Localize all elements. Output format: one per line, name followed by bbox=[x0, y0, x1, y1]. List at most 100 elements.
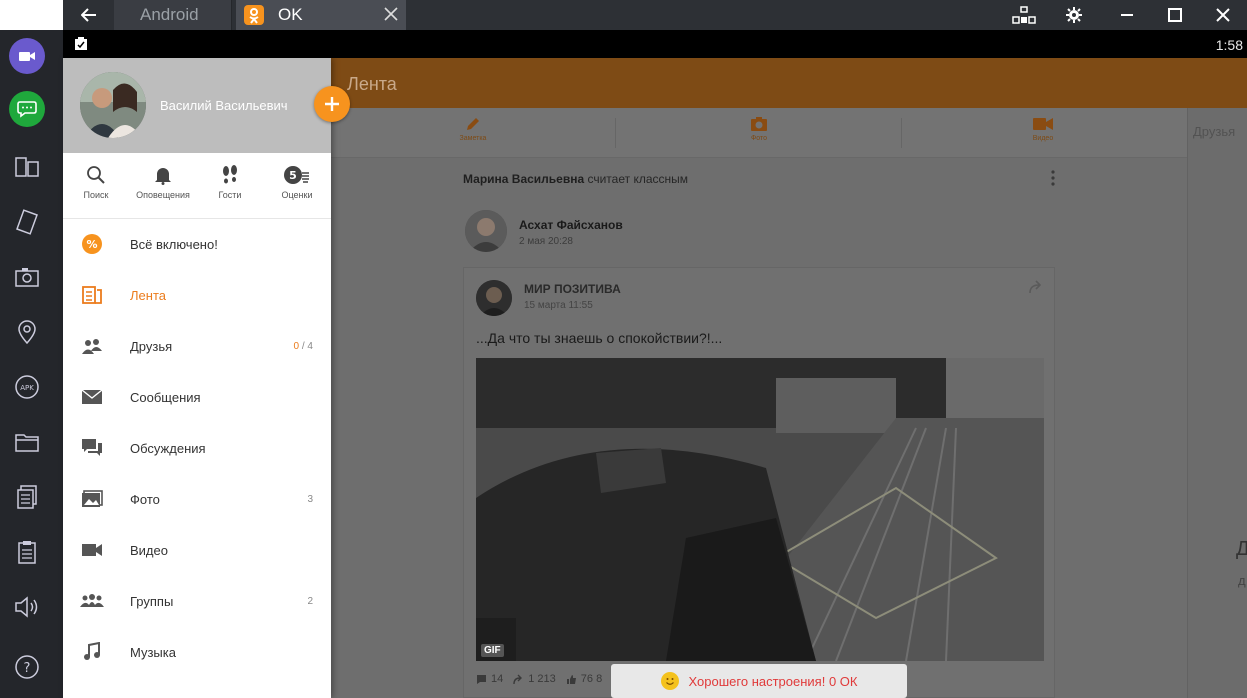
feed-item-header: Марина Васильевна считает классным bbox=[463, 172, 688, 186]
menu-item-label: Фото bbox=[130, 492, 160, 507]
menu-item-label: Видео bbox=[130, 543, 168, 558]
pencil-icon bbox=[467, 118, 479, 130]
reshared-post-card: МИР ПОЗИТИВА 15 марта 11:55 ...Да что ты… bbox=[463, 267, 1055, 698]
discussions-icon bbox=[80, 437, 104, 459]
tab-android[interactable]: Android bbox=[114, 0, 232, 30]
video-icon bbox=[80, 539, 104, 561]
profile-header[interactable]: Василий Васильевич bbox=[63, 58, 331, 153]
rotate-button[interactable] bbox=[8, 203, 46, 241]
menu-item-label: Группы bbox=[130, 594, 174, 609]
screenshot-button[interactable] bbox=[8, 258, 46, 296]
menu-item-music[interactable]: Музыка bbox=[63, 627, 331, 678]
mood-toast[interactable]: Хорошего настроения! 0 ОК bbox=[611, 664, 907, 698]
post-actions-bar: Заметка Фото Видео bbox=[331, 108, 1187, 158]
post-text: ...Да что ты знаешь о спокойствии?!... bbox=[476, 330, 723, 346]
video-action[interactable]: Видео bbox=[1003, 116, 1083, 142]
close-window-icon[interactable] bbox=[1211, 4, 1235, 26]
folder-icon bbox=[15, 434, 39, 452]
group-name[interactable]: МИР ПОЗИТИВА bbox=[524, 282, 621, 296]
clipboard-notification-icon bbox=[74, 37, 88, 50]
svg-text:APK: APK bbox=[20, 384, 34, 392]
friends-counter: 0 / 4 bbox=[294, 341, 313, 352]
svg-text:?: ? bbox=[24, 661, 31, 676]
quick-ratings-label: Оценки bbox=[281, 190, 313, 200]
toast-text: Хорошего настроения! 0 ОК bbox=[688, 673, 858, 689]
all-inclusive-icon: % bbox=[80, 233, 104, 255]
menu-item-label: Музыка bbox=[130, 645, 176, 660]
menu-item-label: Лента bbox=[130, 288, 166, 303]
menu-item-label: Друзья bbox=[130, 339, 173, 354]
settings-gear-icon[interactable] bbox=[1062, 4, 1086, 26]
minimize-icon[interactable] bbox=[1115, 4, 1139, 26]
likes-count: 76 8 bbox=[580, 673, 603, 685]
reshare-icon bbox=[513, 674, 523, 684]
right-column: Друзья Д д bbox=[1187, 108, 1247, 698]
liker-name[interactable]: Марина Васильевна bbox=[463, 172, 584, 186]
author-avatar[interactable] bbox=[465, 210, 507, 252]
apk-install-button[interactable]: APK bbox=[8, 368, 46, 406]
multitask-button[interactable] bbox=[8, 148, 46, 186]
menu-item-photo[interactable]: Фото 3 bbox=[63, 474, 331, 525]
note-action-label: Заметка bbox=[459, 135, 487, 142]
multi-instance-icon[interactable] bbox=[1012, 4, 1036, 26]
smiley-icon bbox=[660, 672, 679, 690]
help-button[interactable]: ? bbox=[8, 648, 46, 686]
menu-item-feed[interactable]: Лента bbox=[63, 270, 331, 321]
group-post-date: 15 марта 11:55 bbox=[524, 300, 593, 311]
clock: 1:58 bbox=[1215, 37, 1243, 53]
friends-icon bbox=[80, 335, 104, 357]
paste-button[interactable] bbox=[8, 533, 46, 571]
folder-button[interactable] bbox=[8, 423, 46, 461]
author-name[interactable]: Асхат Файсханов bbox=[519, 218, 623, 232]
add-button[interactable] bbox=[314, 86, 350, 122]
note-action[interactable]: Заметка bbox=[433, 116, 513, 142]
profile-avatar[interactable] bbox=[80, 72, 146, 138]
gif-media[interactable]: GIF bbox=[476, 358, 1044, 661]
menu-item-all-inclusive[interactable]: % Всё включено! bbox=[63, 219, 331, 270]
photo-icon bbox=[80, 488, 104, 510]
quick-search[interactable]: Поиск bbox=[63, 165, 129, 200]
menu-item-label: Сообщения bbox=[130, 390, 201, 405]
photo-count: 3 bbox=[307, 494, 313, 505]
quick-ratings[interactable]: 5 Оценки bbox=[264, 165, 330, 200]
menu-item-messages[interactable]: Сообщения bbox=[63, 372, 331, 423]
likes-stat[interactable]: 76 8 bbox=[566, 673, 602, 685]
tab-ok[interactable]: OK bbox=[236, 0, 406, 30]
copy-icon bbox=[17, 485, 37, 509]
back-button[interactable] bbox=[66, 0, 112, 30]
ratings-icon: 5 bbox=[284, 166, 309, 184]
app-bar: Лента bbox=[331, 58, 1247, 108]
more-options-icon[interactable] bbox=[1048, 168, 1058, 188]
menu-item-friends[interactable]: Друзья 0 / 4 bbox=[63, 321, 331, 372]
tab-android-label: Android bbox=[140, 5, 199, 24]
paste-icon bbox=[18, 541, 36, 564]
messages-icon bbox=[80, 386, 104, 408]
maximize-icon[interactable] bbox=[1163, 4, 1187, 26]
quick-notifications[interactable]: Оповещения bbox=[130, 165, 196, 200]
gif-preview-image bbox=[476, 358, 1044, 661]
right-column-letter: Д bbox=[1236, 538, 1247, 560]
reshares-stat[interactable]: 1 213 bbox=[513, 673, 556, 685]
menu-item-label: Обсуждения bbox=[130, 441, 206, 456]
quick-guests[interactable]: Гости bbox=[197, 165, 263, 200]
quick-search-label: Поиск bbox=[83, 190, 109, 200]
volume-button[interactable] bbox=[8, 588, 46, 626]
app-bar-title: Лента bbox=[347, 74, 397, 94]
video-camera-icon bbox=[1033, 118, 1053, 130]
photo-action[interactable]: Фото bbox=[719, 116, 799, 142]
camera-icon bbox=[751, 117, 767, 131]
feed-item-action: считает классным bbox=[584, 172, 689, 186]
right-column-letter-small: д bbox=[1238, 573, 1246, 588]
chat-app-button[interactable] bbox=[8, 90, 46, 128]
group-avatar[interactable] bbox=[476, 280, 512, 316]
menu-item-discussions[interactable]: Обсуждения bbox=[63, 423, 331, 474]
reshare-icon[interactable] bbox=[1028, 280, 1044, 294]
camera-icon bbox=[15, 268, 39, 287]
copy-button[interactable] bbox=[8, 478, 46, 516]
menu-item-groups[interactable]: Группы 2 bbox=[63, 576, 331, 627]
location-button[interactable] bbox=[8, 313, 46, 351]
tab-close-icon[interactable] bbox=[382, 5, 400, 23]
menu-item-video[interactable]: Видео bbox=[63, 525, 331, 576]
comments-stat[interactable]: 14 bbox=[476, 673, 503, 685]
camera-app-button[interactable] bbox=[8, 37, 46, 75]
